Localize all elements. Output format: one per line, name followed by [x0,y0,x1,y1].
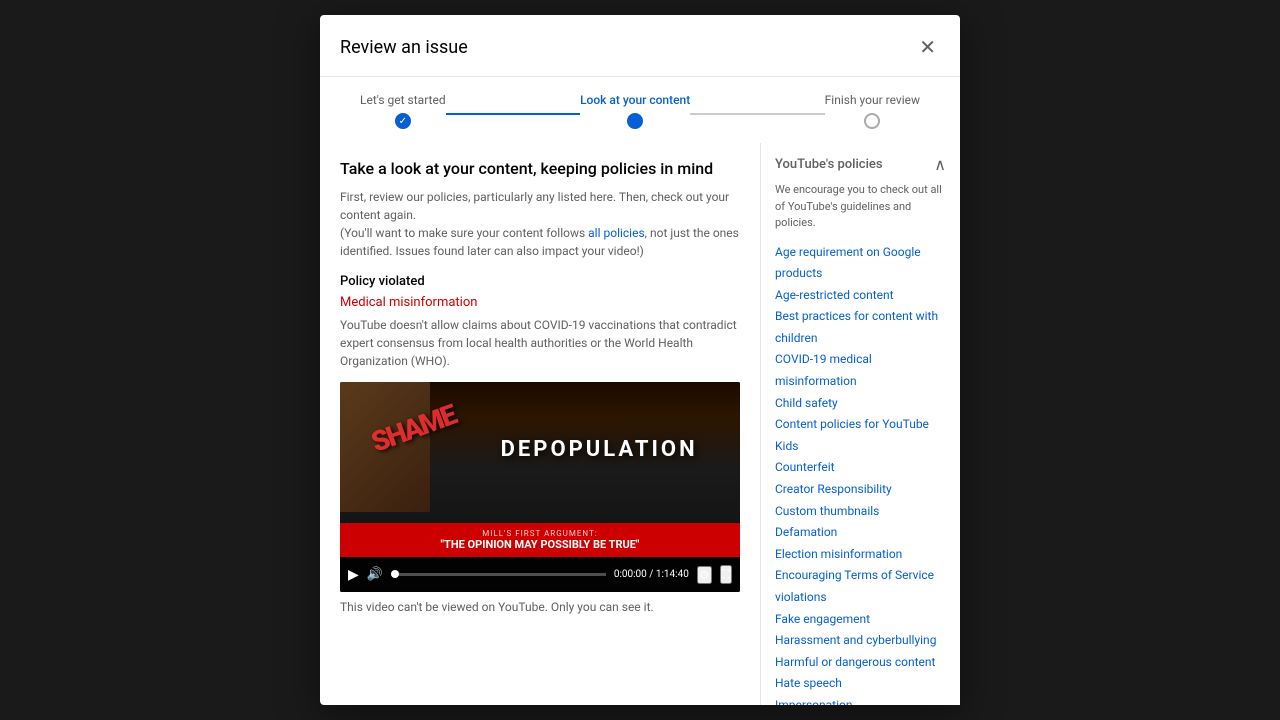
step-2: Look at your content [580,93,690,129]
modal-dialog: Review an issue ✕ Let's get started ✓ Lo… [320,15,960,705]
step-3-dot [864,113,880,129]
policy-list-item[interactable]: Age requirement on Google products [775,242,946,285]
section-heading: Take a look at your content, keeping pol… [340,159,740,178]
video-player[interactable]: SHAME DEPOPULATION MILL'S FIRST ARGUMENT… [340,382,740,592]
volume-icon: 🔊 [367,567,383,582]
collapse-icon[interactable]: ∧ [934,155,946,174]
step-1-label: Let's get started [360,93,446,107]
step-line-2 [690,113,824,115]
policy-list-item[interactable]: Impersonation [775,695,946,705]
policy-list-item[interactable]: Counterfeit [775,457,946,479]
policy-list-item[interactable]: Harmful or dangerous content [775,652,946,674]
policy-label: Policy violated [340,274,740,289]
policy-list-item[interactable]: Creator Responsibility [775,479,946,501]
play-button[interactable]: ▶ [348,566,359,583]
fullscreen-button[interactable]: ⛶ [720,565,732,584]
video-note: This video can't be viewed on YouTube. O… [340,600,740,614]
policy-list: Age requirement on Google productsAge-re… [775,242,946,706]
policy-list-item[interactable]: Age-restricted content [775,285,946,307]
video-controls: ▶ 🔊 0:00:00 / 1:14:40 ⚙ ⛶ [340,557,740,592]
policy-description: YouTube doesn't allow claims about COVID… [340,316,740,370]
policy-list-item[interactable]: Defamation [775,522,946,544]
right-panel-header: YouTube's policies ∧ [775,155,946,174]
policy-list-item[interactable]: Best practices for content with children [775,306,946,349]
progress-dot [391,570,399,578]
content-left: Take a look at your content, keeping pol… [320,143,760,705]
all-policies-link[interactable]: all policies [588,226,645,240]
step-3: Finish your review [825,93,920,129]
step-1-dot: ✓ [395,113,411,129]
section-description: First, review our policies, particularly… [340,188,740,260]
policy-list-item[interactable]: Harassment and cyberbullying [775,630,946,652]
policy-list-item[interactable]: Child safety [775,393,946,415]
right-panel: YouTube's policies ∧ We encourage you to… [760,143,960,705]
red-bar-text: "THE OPINION MAY POSSIBLY BE TRUE" [350,538,730,551]
policy-name-link[interactable]: Medical misinformation [340,295,740,310]
progress-bar[interactable] [391,573,606,576]
policy-list-item[interactable]: COVID-19 medical misinformation [775,349,946,392]
settings-button[interactable]: ⚙ [697,566,712,584]
modal-title: Review an issue [340,37,468,58]
policy-list-item[interactable]: Content policies for YouTube Kids [775,414,946,457]
policy-list-item[interactable]: Election misinformation [775,544,946,566]
depopulation-text: DEPOPULATION [501,437,698,462]
step-2-dot [627,113,643,129]
step-3-label: Finish your review [825,93,920,107]
red-bar-label: MILL'S FIRST ARGUMENT: [350,529,730,538]
modal-header: Review an issue ✕ [320,15,960,77]
steps-bar: Let's get started ✓ Look at your content… [320,77,960,143]
step-2-label: Look at your content [580,93,690,107]
step-line-1 [446,113,580,115]
right-panel-title-text: YouTube's policies [775,157,883,172]
close-button[interactable]: ✕ [915,31,940,64]
modal-body: Take a look at your content, keeping pol… [320,143,960,705]
right-panel-desc: We encourage you to check out all of You… [775,182,946,232]
time-display: 0:00:00 / 1:14:40 [614,569,689,580]
policy-list-item[interactable]: Encouraging Terms of Service violations [775,565,946,608]
policy-list-item[interactable]: Fake engagement [775,609,946,631]
video-red-bar: MILL'S FIRST ARGUMENT: "THE OPINION MAY … [340,523,740,557]
step-1: Let's get started ✓ [360,93,446,129]
policy-list-item[interactable]: Hate speech [775,673,946,695]
policy-list-item[interactable]: Custom thumbnails [775,501,946,523]
